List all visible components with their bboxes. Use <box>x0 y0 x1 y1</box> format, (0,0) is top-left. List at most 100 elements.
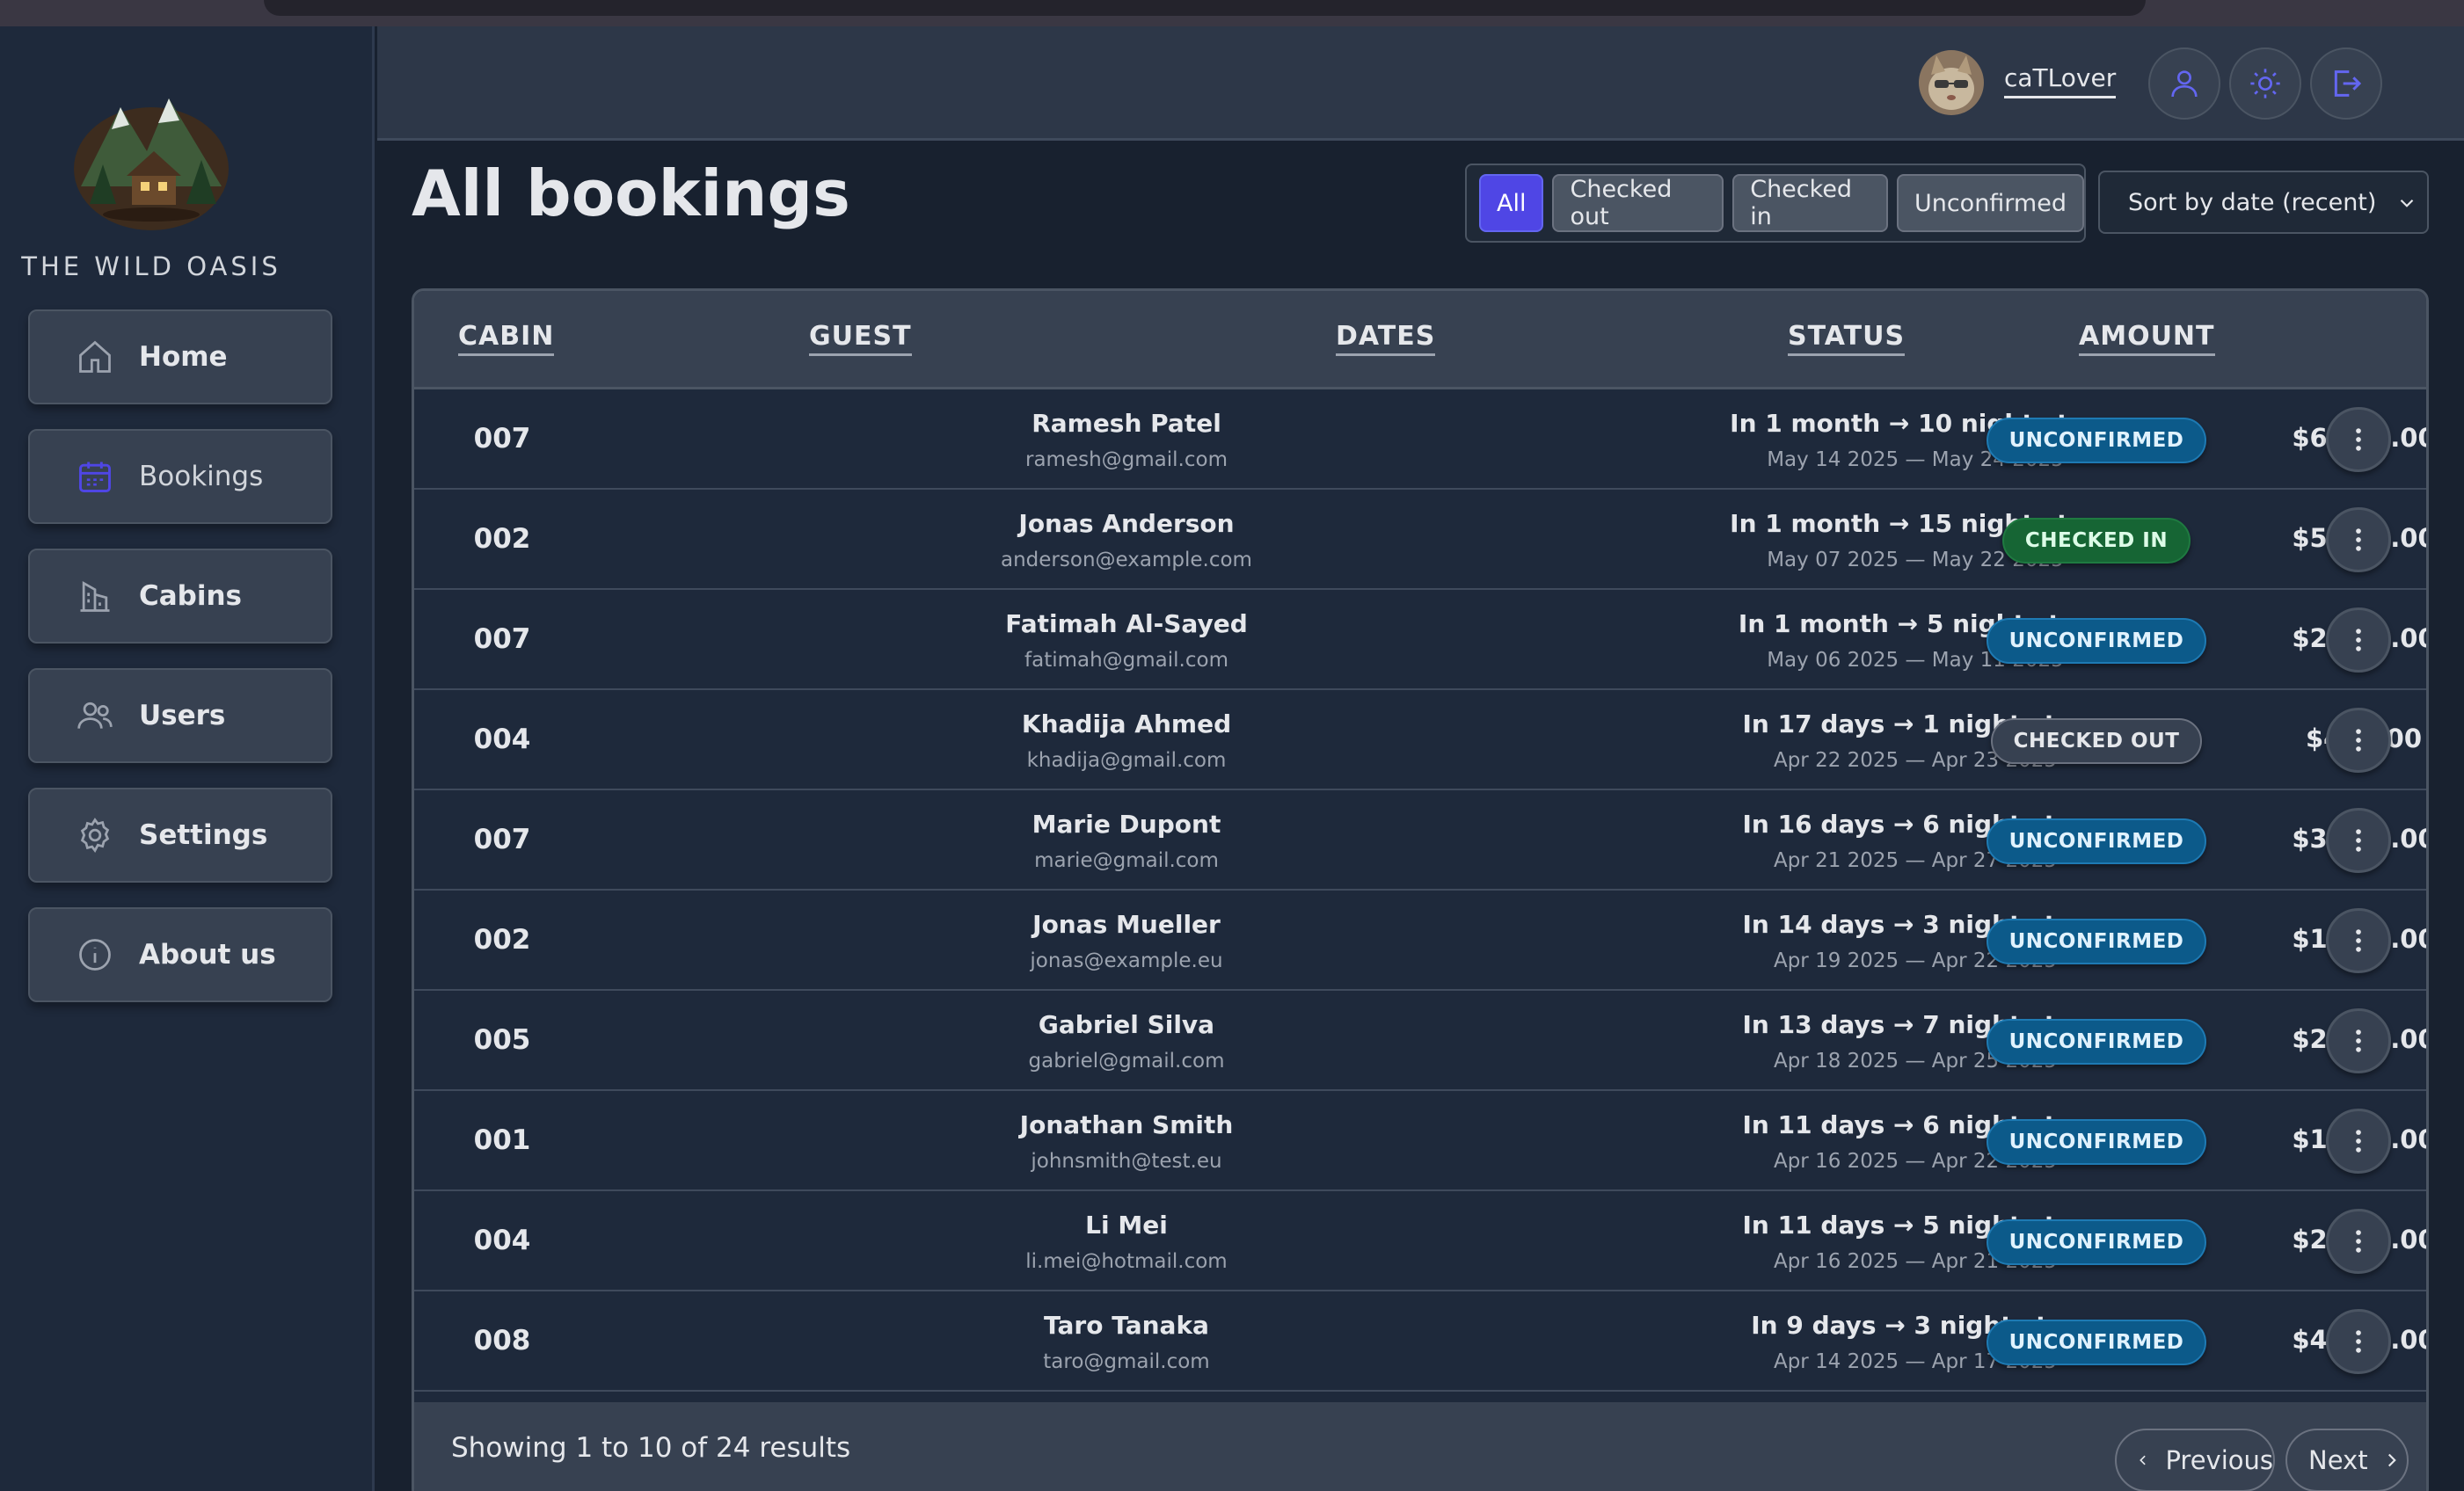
more-vertical-icon <box>2356 1130 2361 1153</box>
row-menu-button[interactable] <box>2326 607 2391 673</box>
table-body: 007 Ramesh Patel ramesh@gmail.com In 1 mont… <box>414 389 2426 1392</box>
row-menu-button[interactable] <box>2326 1209 2391 1274</box>
guest-name: Khadija Ahmed <box>1021 709 1232 738</box>
previous-button[interactable]: Previous <box>2115 1429 2275 1491</box>
cabin-number: 002 <box>473 924 531 956</box>
status-badge: UNCONFIRMED <box>1986 1320 2207 1365</box>
sun-icon <box>2250 69 2280 98</box>
main-nav: Home Bookings Cabins Users Settings Abou… <box>28 309 332 1027</box>
column-header-dates: DATES <box>1336 321 1436 356</box>
nav-item-settings[interactable]: Settings <box>28 788 332 883</box>
avatar[interactable] <box>1919 50 1984 115</box>
guest-email: li.mei@hotmail.com <box>1025 1250 1228 1273</box>
chevron-left-icon <box>2140 1455 2146 1466</box>
status-cell: UNCONFIRMED <box>1956 1119 2237 1165</box>
row-menu-button[interactable] <box>2326 1109 2391 1174</box>
cabin-number: 004 <box>473 724 531 755</box>
guest-name: Jonas Mueller <box>1032 910 1221 939</box>
sort-select[interactable]: Sort by date (recent) <box>2098 171 2429 234</box>
status-cell: UNCONFIRMED <box>1956 1320 2237 1365</box>
table-row: 008 Taro Tanaka taro@gmail.com In 9 days → … <box>414 1291 2426 1392</box>
table-row: 007 Marie Dupont marie@gmail.com In 16 days… <box>414 790 2426 891</box>
guest-name: Gabriel Silva <box>1038 1010 1215 1039</box>
guest-email: marie@gmail.com <box>1034 849 1219 872</box>
row-menu-button[interactable] <box>2326 708 2391 773</box>
status-cell: UNCONFIRMED <box>1956 1019 2237 1065</box>
guest-cell: Khadija Ahmed khadija@gmail.com <box>995 709 1522 772</box>
nav-item-label: About us <box>139 939 276 971</box>
filter-checked-in-button[interactable]: Checked in <box>1732 174 1888 232</box>
row-menu-button[interactable] <box>2326 1309 2391 1374</box>
guest-cell: Jonas Anderson anderson@example.com <box>995 509 1522 571</box>
status-badge: UNCONFIRMED <box>1986 1119 2207 1165</box>
guest-cell: Taro Tanaka taro@gmail.com <box>995 1311 1522 1373</box>
page-title: All bookings <box>412 156 850 230</box>
cabin-number: 005 <box>473 1024 531 1056</box>
nav-item-label: Settings <box>139 819 268 851</box>
guest-cell: Ramesh Patel ramesh@gmail.com <box>995 409 1522 471</box>
nav-item-about[interactable]: About us <box>28 907 332 1002</box>
status-badge: UNCONFIRMED <box>1986 919 2207 964</box>
guest-name: Ramesh Patel <box>1032 409 1221 438</box>
filter-all-button[interactable]: All <box>1479 174 1544 232</box>
more-vertical-icon <box>2356 1330 2361 1353</box>
nav-item-bookings[interactable]: Bookings <box>28 429 332 524</box>
cabin-number: 007 <box>473 824 531 855</box>
guest-email: anderson@example.com <box>1001 549 1252 571</box>
status-cell: UNCONFIRMED <box>1956 919 2237 964</box>
sort-select-value: Sort by date (recent) <box>2128 188 2377 216</box>
column-header-guest: GUEST <box>809 321 912 356</box>
status-badge: UNCONFIRMED <box>1986 418 2207 463</box>
status-badge: UNCONFIRMED <box>1986 1219 2207 1265</box>
table-row: 004 Khadija Ahmed khadija@gmail.com In 17 d… <box>414 690 2426 790</box>
chevron-down-icon <box>2400 199 2414 207</box>
browser-address-bar <box>264 0 2146 16</box>
logo <box>72 81 230 232</box>
next-label: Next <box>2308 1445 2368 1475</box>
cabin-number: 007 <box>473 423 531 455</box>
guest-name: Taro Tanaka <box>1044 1311 1209 1340</box>
column-header-amount: AMOUNT <box>2079 321 2215 356</box>
status-cell: UNCONFIRMED <box>1956 418 2237 463</box>
row-menu-button[interactable] <box>2326 908 2391 973</box>
nav-item-label: Home <box>139 341 228 373</box>
row-menu-button[interactable] <box>2326 808 2391 873</box>
theme-toggle-button[interactable] <box>2229 47 2301 120</box>
guest-email: ramesh@gmail.com <box>1025 448 1228 471</box>
guest-email: jonas@example.eu <box>1030 949 1223 972</box>
guest-cell: Jonathan Smith johnsmith@test.eu <box>995 1110 1522 1173</box>
row-menu-button[interactable] <box>2326 507 2391 572</box>
username-link[interactable]: caTLover <box>2004 63 2117 98</box>
guest-email: gabriel@gmail.com <box>1028 1050 1225 1073</box>
home-icon <box>79 340 111 373</box>
status-badge: CHECKED IN <box>2001 518 2191 564</box>
building-icon <box>80 580 110 612</box>
nav-item-label: Users <box>139 700 226 731</box>
nav-item-cabins[interactable]: Cabins <box>28 549 332 644</box>
nav-item-home[interactable]: Home <box>28 309 332 404</box>
account-button[interactable] <box>2148 47 2220 120</box>
guest-email: fatimah@gmail.com <box>1024 649 1228 672</box>
filter-unconfirmed-button[interactable]: Unconfirmed <box>1896 174 2084 232</box>
pagination-summary: Showing 1 to 10 of 24 results <box>451 1432 851 1464</box>
table-row: 007 Ramesh Patel ramesh@gmail.com In 1 mont… <box>414 389 2426 490</box>
guest-cell: Fatimah Al-Sayed fatimah@gmail.com <box>995 609 1522 672</box>
table-header: CABIN GUEST DATES STATUS AMOUNT <box>414 291 2426 389</box>
row-menu-button[interactable] <box>2326 1008 2391 1073</box>
gear-icon <box>80 818 110 853</box>
table-row: 007 Fatimah Al-Sayed fatimah@gmail.com In 1… <box>414 590 2426 690</box>
filter-checked-out-button[interactable]: Checked out <box>1552 174 1724 232</box>
guest-email: johnsmith@test.eu <box>1031 1150 1222 1173</box>
chevron-right-icon <box>2387 1453 2396 1467</box>
next-button[interactable]: Next <box>2285 1429 2409 1491</box>
users-icon <box>77 702 113 729</box>
nav-item-label: Bookings <box>139 461 264 492</box>
row-menu-button[interactable] <box>2326 407 2391 472</box>
status-badge: UNCONFIRMED <box>1986 1019 2207 1065</box>
nav-item-users[interactable]: Users <box>28 668 332 763</box>
status-badge: UNCONFIRMED <box>1986 618 2207 664</box>
status-cell: UNCONFIRMED <box>1956 1219 2237 1265</box>
table-row: 002 Jonas Mueller jonas@example.eu In 14 da… <box>414 891 2426 991</box>
logout-button[interactable] <box>2310 47 2382 120</box>
guest-cell: Li Mei li.mei@hotmail.com <box>995 1211 1522 1273</box>
